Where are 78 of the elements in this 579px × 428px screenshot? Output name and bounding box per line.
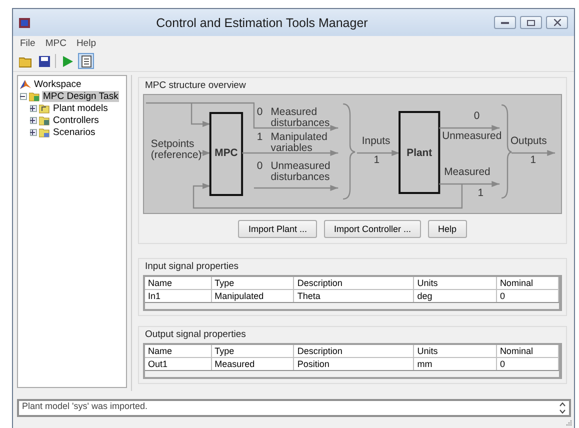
import-button[interactable]: Import Plant ... bbox=[238, 220, 317, 238]
inputs-label: Inputs bbox=[362, 136, 390, 148]
column-header: Units bbox=[414, 277, 496, 290]
table-cell[interactable]: Measured bbox=[211, 358, 294, 370]
column-header: Nominal bbox=[496, 345, 558, 358]
signal-count: 0 bbox=[256, 106, 263, 118]
column-header: Nominal bbox=[496, 277, 558, 290]
signal-count: 0 bbox=[256, 160, 263, 172]
signal-label: Unmeasured bbox=[442, 130, 502, 142]
log-message: Plant model 'sys' was imported. bbox=[22, 401, 148, 411]
column-header: Description bbox=[294, 345, 414, 358]
block-label: Plant bbox=[406, 148, 432, 160]
signal-arrow bbox=[511, 150, 556, 156]
outputs-label: Outputs bbox=[510, 136, 547, 148]
tree-item[interactable]: Workspace bbox=[33, 78, 82, 90]
column-header: Name bbox=[145, 277, 212, 290]
help-button[interactable]: Help bbox=[428, 220, 467, 238]
group-title: Output signal properties bbox=[145, 329, 247, 340]
column-header: Units bbox=[414, 345, 496, 358]
menu-item[interactable]: MPC bbox=[40, 38, 72, 49]
table-cell[interactable]: 0 bbox=[496, 358, 558, 370]
signal-label: Manipulated variables bbox=[270, 132, 328, 154]
peak-logo-icon bbox=[20, 78, 31, 90]
expand-toggle[interactable] bbox=[20, 92, 27, 100]
column-header: Type bbox=[211, 345, 294, 358]
tree-item[interactable]: Controllers bbox=[52, 114, 100, 126]
table-cell[interactable]: Out1 bbox=[145, 358, 212, 370]
signal-count: 1 bbox=[374, 154, 380, 166]
table-cell[interactable]: 0 bbox=[496, 290, 558, 302]
menu-item[interactable]: File bbox=[15, 38, 40, 49]
save-button[interactable] bbox=[36, 53, 52, 69]
signal-count: 1 bbox=[256, 132, 263, 144]
table-cell[interactable]: mm bbox=[414, 358, 496, 370]
signal-count: 0 bbox=[474, 110, 480, 122]
signal-count: 1 bbox=[478, 188, 484, 200]
group-title: MPC structure overview bbox=[145, 80, 247, 91]
block-label: MPC bbox=[214, 148, 238, 160]
signal-arrow bbox=[439, 125, 500, 131]
column-header: Description bbox=[294, 277, 414, 290]
maximize-button[interactable] bbox=[520, 16, 542, 29]
folder-icon bbox=[39, 114, 50, 126]
import-button[interactable]: Import Controller ... bbox=[324, 220, 422, 238]
folder-icon bbox=[39, 126, 50, 138]
close-button[interactable] bbox=[546, 16, 568, 29]
expand-toggle[interactable] bbox=[30, 116, 37, 124]
signal-count: 1 bbox=[530, 154, 536, 166]
expand-toggle[interactable] bbox=[30, 104, 37, 112]
tree-item[interactable]: MPC Design Task bbox=[42, 90, 120, 102]
maximize-icon bbox=[527, 20, 535, 26]
table-cell[interactable]: Theta bbox=[294, 290, 414, 302]
table-cell[interactable]: Manipulated bbox=[211, 290, 294, 302]
feedback-arrow bbox=[190, 103, 210, 127]
minimize-button[interactable] bbox=[494, 16, 516, 29]
setpoints-label: Setpoints (reference) bbox=[150, 138, 202, 162]
folder-icon bbox=[39, 102, 50, 114]
column-header: Type bbox=[211, 277, 294, 290]
minimize-icon bbox=[501, 20, 509, 24]
resize-grip-icon[interactable] bbox=[565, 419, 572, 426]
column-header: Name bbox=[145, 345, 212, 358]
folder-icon bbox=[29, 90, 40, 102]
expand-toggle[interactable] bbox=[30, 128, 37, 136]
tree-item[interactable]: Plant models bbox=[52, 102, 109, 114]
scroll-arrows-icon[interactable] bbox=[559, 401, 566, 415]
signal-label: Measured disturbances bbox=[270, 106, 330, 130]
app-icon bbox=[19, 16, 30, 28]
signal-arrow bbox=[439, 181, 500, 187]
table-cell[interactable]: Position bbox=[294, 358, 414, 370]
signal-arrow bbox=[356, 150, 400, 156]
menu-item[interactable]: Help bbox=[71, 38, 101, 49]
table-cell[interactable]: deg bbox=[414, 290, 496, 302]
log-toggle-button[interactable] bbox=[78, 53, 94, 69]
close-icon bbox=[554, 19, 560, 26]
signal-label: Unmeasured disturbances bbox=[270, 160, 330, 184]
tree-item[interactable]: Scenarios bbox=[52, 126, 96, 138]
signal-label: Measured bbox=[444, 166, 490, 178]
window-title: Control and Estimation Tools Manager bbox=[155, 16, 369, 30]
table-cell[interactable]: In1 bbox=[145, 290, 212, 302]
group-title: Input signal properties bbox=[145, 261, 240, 272]
